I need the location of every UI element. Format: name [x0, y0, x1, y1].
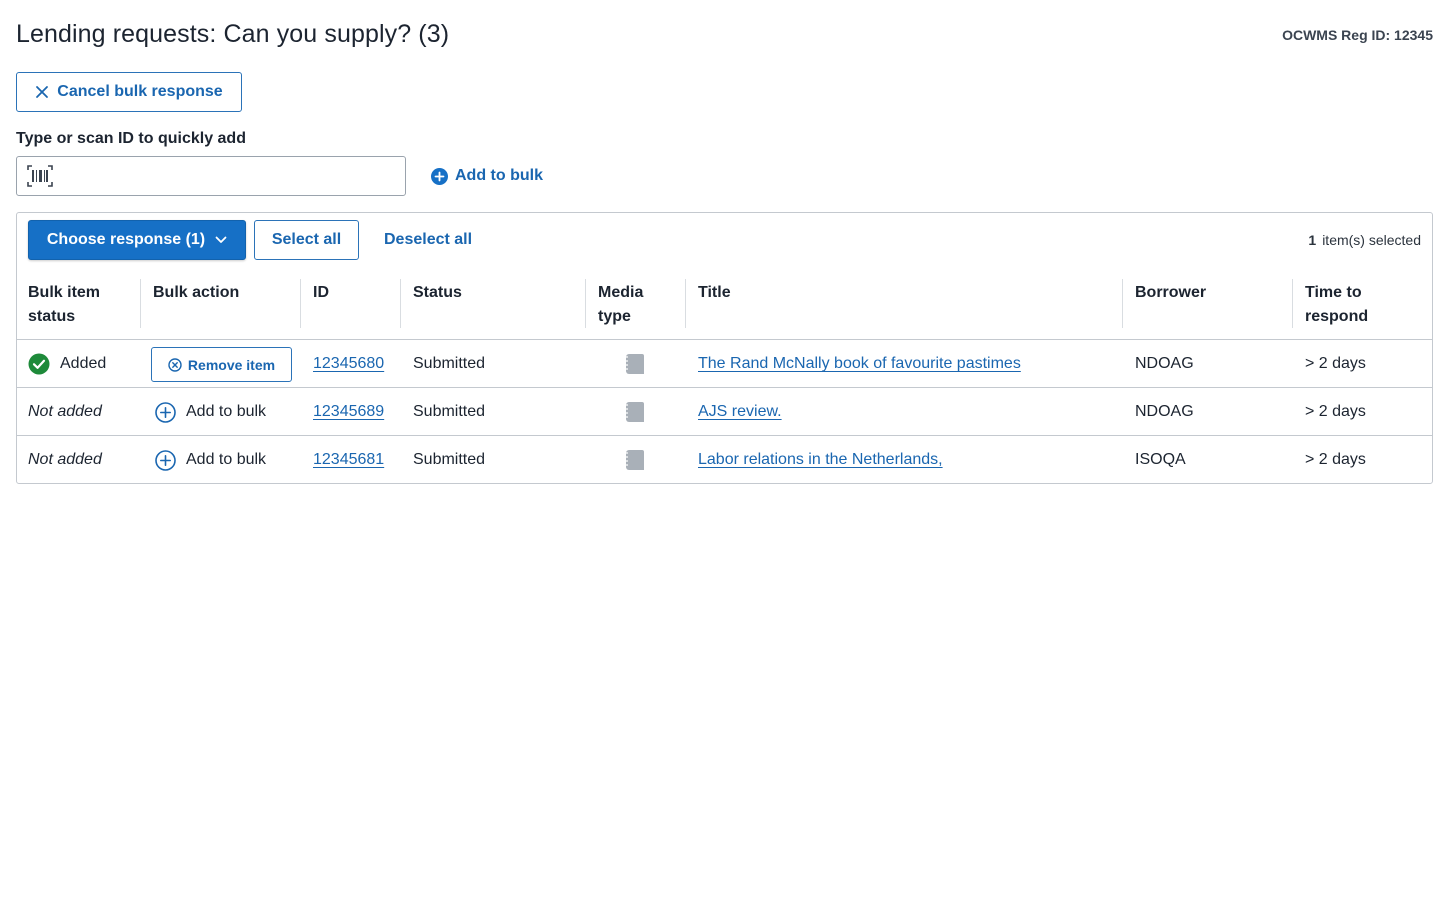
column-divider	[1122, 279, 1123, 328]
page-title: Lending requests: Can you supply? (3)	[16, 20, 450, 48]
chevron-down-icon	[215, 236, 227, 243]
column-divider	[400, 279, 401, 328]
request-id-link[interactable]: 12345681	[313, 451, 384, 469]
column-header-status: Status	[413, 284, 462, 301]
borrower: ISOQA	[1135, 451, 1186, 468]
quick-add-label: Type or scan ID to quickly add	[16, 130, 246, 147]
bulk-item-status-text: Added	[60, 355, 107, 372]
add-to-bulk-button[interactable]: Add to bulk	[431, 164, 543, 188]
barcode-icon	[27, 165, 53, 187]
cancel-bulk-response-label: Cancel bulk response	[57, 83, 223, 100]
remove-item-button[interactable]: Remove item	[151, 347, 292, 382]
plus-circle-outline-icon	[155, 449, 176, 471]
check-circle-icon	[28, 353, 50, 375]
book-icon	[626, 354, 644, 374]
selected-count-number: 1	[1308, 232, 1317, 248]
bulk-item-status-text: Not added	[28, 403, 102, 420]
add-to-bulk-row-label: Add to bulk	[186, 403, 267, 420]
borrower: NDOAG	[1135, 355, 1194, 372]
column-header-media-type: Media type	[598, 284, 644, 325]
column-header-borrower: Borrower	[1135, 284, 1207, 301]
column-header-id: ID	[313, 284, 329, 301]
deselect-all-button[interactable]: Deselect all	[384, 231, 472, 249]
requests-panel: Choose response (1) Select all Deselect …	[16, 212, 1433, 484]
selected-count-suffix: item(s) selected	[1322, 232, 1421, 248]
add-to-bulk-label: Add to bulk	[455, 167, 543, 184]
select-all-button[interactable]: Select all	[254, 220, 359, 260]
title-link[interactable]: AJS review.	[698, 403, 782, 421]
time-to-respond: > 2 days	[1305, 355, 1366, 372]
media-type	[626, 340, 644, 388]
request-status: Submitted	[413, 403, 486, 420]
bulk-item-status-text: Not added	[28, 451, 102, 468]
add-to-bulk-row-label: Add to bulk	[186, 451, 267, 468]
book-icon	[626, 450, 644, 470]
request-id-link[interactable]: 12345680	[313, 355, 384, 373]
column-divider	[685, 279, 686, 328]
choose-response-button[interactable]: Choose response (1)	[28, 220, 246, 260]
title-link[interactable]: Labor relations in the Netherlands,	[698, 451, 943, 469]
title-link[interactable]: The Rand McNally book of favourite pasti…	[698, 355, 1021, 373]
time-to-respond: > 2 days	[1305, 403, 1366, 420]
table-row: Not added Add to bulk 12345681 Submitted…	[17, 436, 1432, 484]
column-divider	[1292, 279, 1293, 328]
selected-count: 1 item(s) selected	[1308, 232, 1421, 248]
column-header-bulk-status: Bulk item status	[28, 284, 101, 325]
table-row: Not added Add to bulk 12345689 Submitted…	[17, 388, 1432, 436]
plus-circle-outline-icon	[155, 401, 176, 423]
column-header-bulk-action: Bulk action	[153, 284, 240, 301]
cancel-bulk-response-button[interactable]: Cancel bulk response	[16, 72, 242, 112]
add-to-bulk-row-button[interactable]: Add to bulk	[155, 388, 266, 436]
close-icon	[36, 86, 49, 98]
table-header: Bulk item status Bulk action ID Status M…	[17, 271, 1432, 340]
column-header-time-to-respond: Time to respond	[1305, 284, 1369, 325]
column-divider	[585, 279, 586, 328]
book-icon	[626, 402, 644, 422]
quick-add-input[interactable]	[61, 158, 405, 194]
time-to-respond: > 2 days	[1305, 451, 1366, 468]
media-type	[626, 436, 644, 484]
bulk-item-status: Added	[28, 340, 106, 388]
column-divider	[300, 279, 301, 328]
remove-item-label: Remove item	[187, 356, 276, 373]
request-status: Submitted	[413, 451, 486, 468]
request-id-link[interactable]: 12345689	[313, 403, 384, 421]
reg-id: OCWMS Reg ID: 12345	[1282, 27, 1433, 43]
add-to-bulk-row-button[interactable]: Add to bulk	[155, 436, 266, 484]
choose-response-label: Choose response (1)	[46, 231, 206, 248]
table-row: Added Remove item 12345680 Submitted The…	[17, 340, 1432, 388]
quick-add-field[interactable]	[16, 156, 406, 196]
column-header-title: Title	[698, 284, 731, 301]
media-type	[626, 388, 644, 436]
remove-circle-icon	[168, 357, 182, 372]
borrower: NDOAG	[1135, 403, 1194, 420]
plus-circle-icon	[431, 167, 448, 185]
column-divider	[140, 279, 141, 328]
request-status: Submitted	[413, 355, 486, 372]
